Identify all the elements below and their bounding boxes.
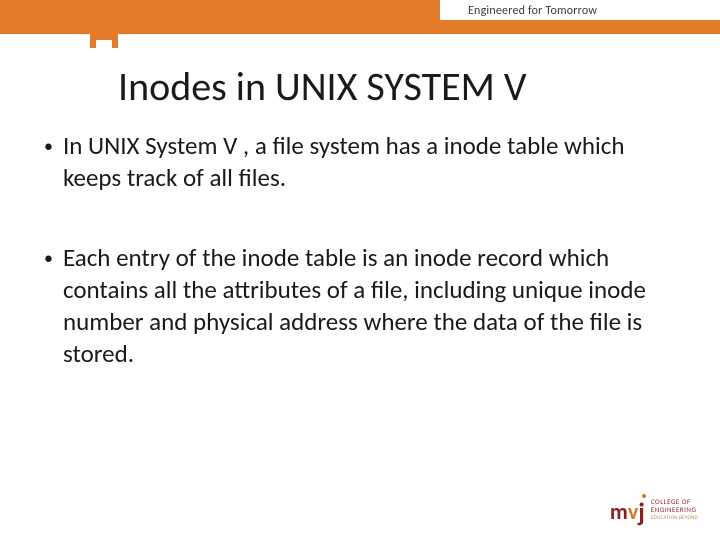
content-area: • In UNIX System V , a file system has a… xyxy=(44,130,684,418)
logo-line2: ENGINEERING xyxy=(651,506,698,514)
logo-mark: mvj xyxy=(610,494,645,526)
tagline-text: Engineered for Tomorrow xyxy=(468,4,597,18)
logo-letter-j: j xyxy=(638,496,645,528)
logo-letter-m: m xyxy=(610,498,628,525)
bullet-text: Each entry of the inode table is an inod… xyxy=(63,242,684,370)
footer-logo: mvj COLLEGE OF ENGINEERING EDUCATION BEY… xyxy=(610,494,698,526)
bullet-text: In UNIX System V , a file system has a i… xyxy=(63,130,684,194)
bullet-item: • Each entry of the inode table is an in… xyxy=(44,242,684,370)
header-left-block xyxy=(0,0,440,34)
slide-title: Inodes in UNIX SYSTEM V xyxy=(118,62,527,111)
bullet-item: • In UNIX System V , a file system has a… xyxy=(44,130,684,194)
bullet-dot-icon: • xyxy=(44,242,53,274)
logo-text: COLLEGE OF ENGINEERING EDUCATION BEYOND xyxy=(651,498,698,522)
header-notch xyxy=(90,34,118,48)
logo-letter-v: v xyxy=(628,498,638,525)
bullet-dot-icon: • xyxy=(44,130,53,162)
logo-subtext: EDUCATION BEYOND xyxy=(651,514,698,522)
